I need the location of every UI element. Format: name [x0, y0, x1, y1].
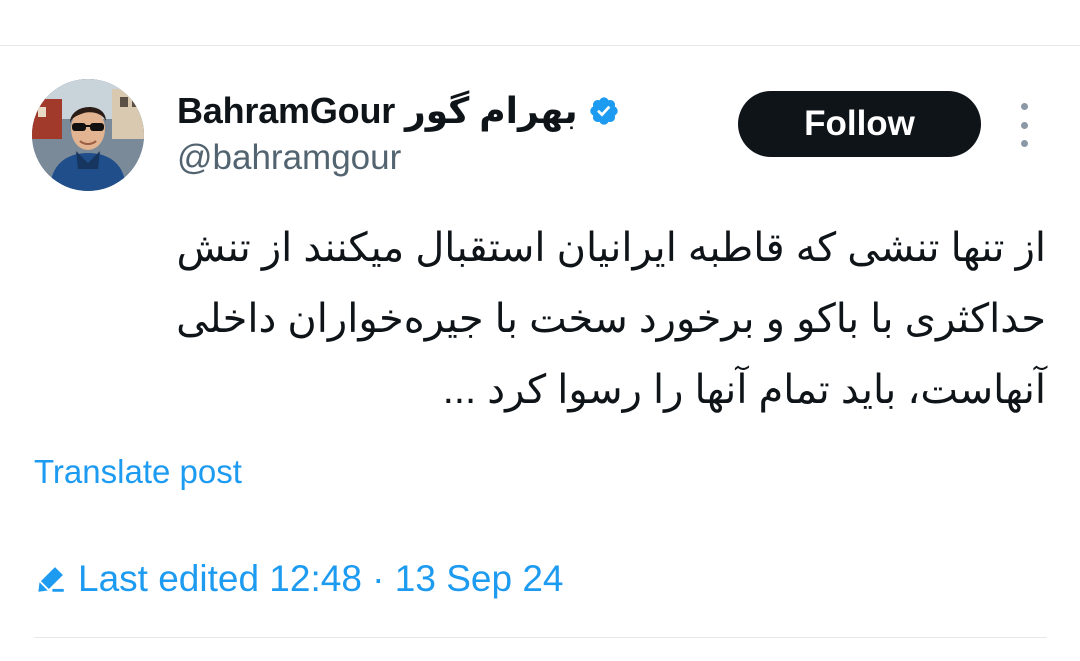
ellipsis-dot — [1020, 103, 1028, 110]
post-text-line: از تنها تنشی که قاطبه ایرانیان استقبال م… — [176, 226, 1046, 270]
author-name-row[interactable]: BahramGour بهرام گور — [177, 88, 620, 134]
last-edited-link[interactable]: Last edited 12:48 · 13 Sep 24 — [34, 558, 563, 600]
post-text-line: حداکثری با باکو و برخورد سخت با جیره‌خوا… — [176, 297, 1046, 341]
ellipsis-dot — [1020, 140, 1028, 147]
avatar-photo — [32, 79, 144, 191]
follow-button[interactable]: Follow — [738, 91, 981, 157]
post-text-line: آنهاست، باید تمام آنها را رسوا کرد ... — [442, 368, 1046, 412]
author-display-name-fa[interactable]: بهرام گور — [405, 90, 578, 132]
last-edited-text[interactable]: Last edited 12:48 · 13 Sep 24 — [78, 558, 563, 600]
verified-badge-icon[interactable] — [588, 95, 620, 127]
vertical-ellipsis-icon[interactable] — [1009, 103, 1039, 147]
top-divider — [0, 45, 1080, 46]
ellipsis-dot — [1020, 121, 1028, 129]
avatar[interactable] — [32, 79, 144, 191]
translate-post-link[interactable]: Translate post — [34, 453, 242, 491]
pencil-icon — [34, 562, 68, 596]
author-handle[interactable]: @bahramgour — [177, 138, 401, 178]
bottom-divider — [34, 637, 1047, 638]
author-display-name[interactable]: BahramGour — [177, 90, 395, 132]
post-text: از تنها تنشی که قاطبه ایرانیان استقبال م… — [86, 213, 1046, 426]
